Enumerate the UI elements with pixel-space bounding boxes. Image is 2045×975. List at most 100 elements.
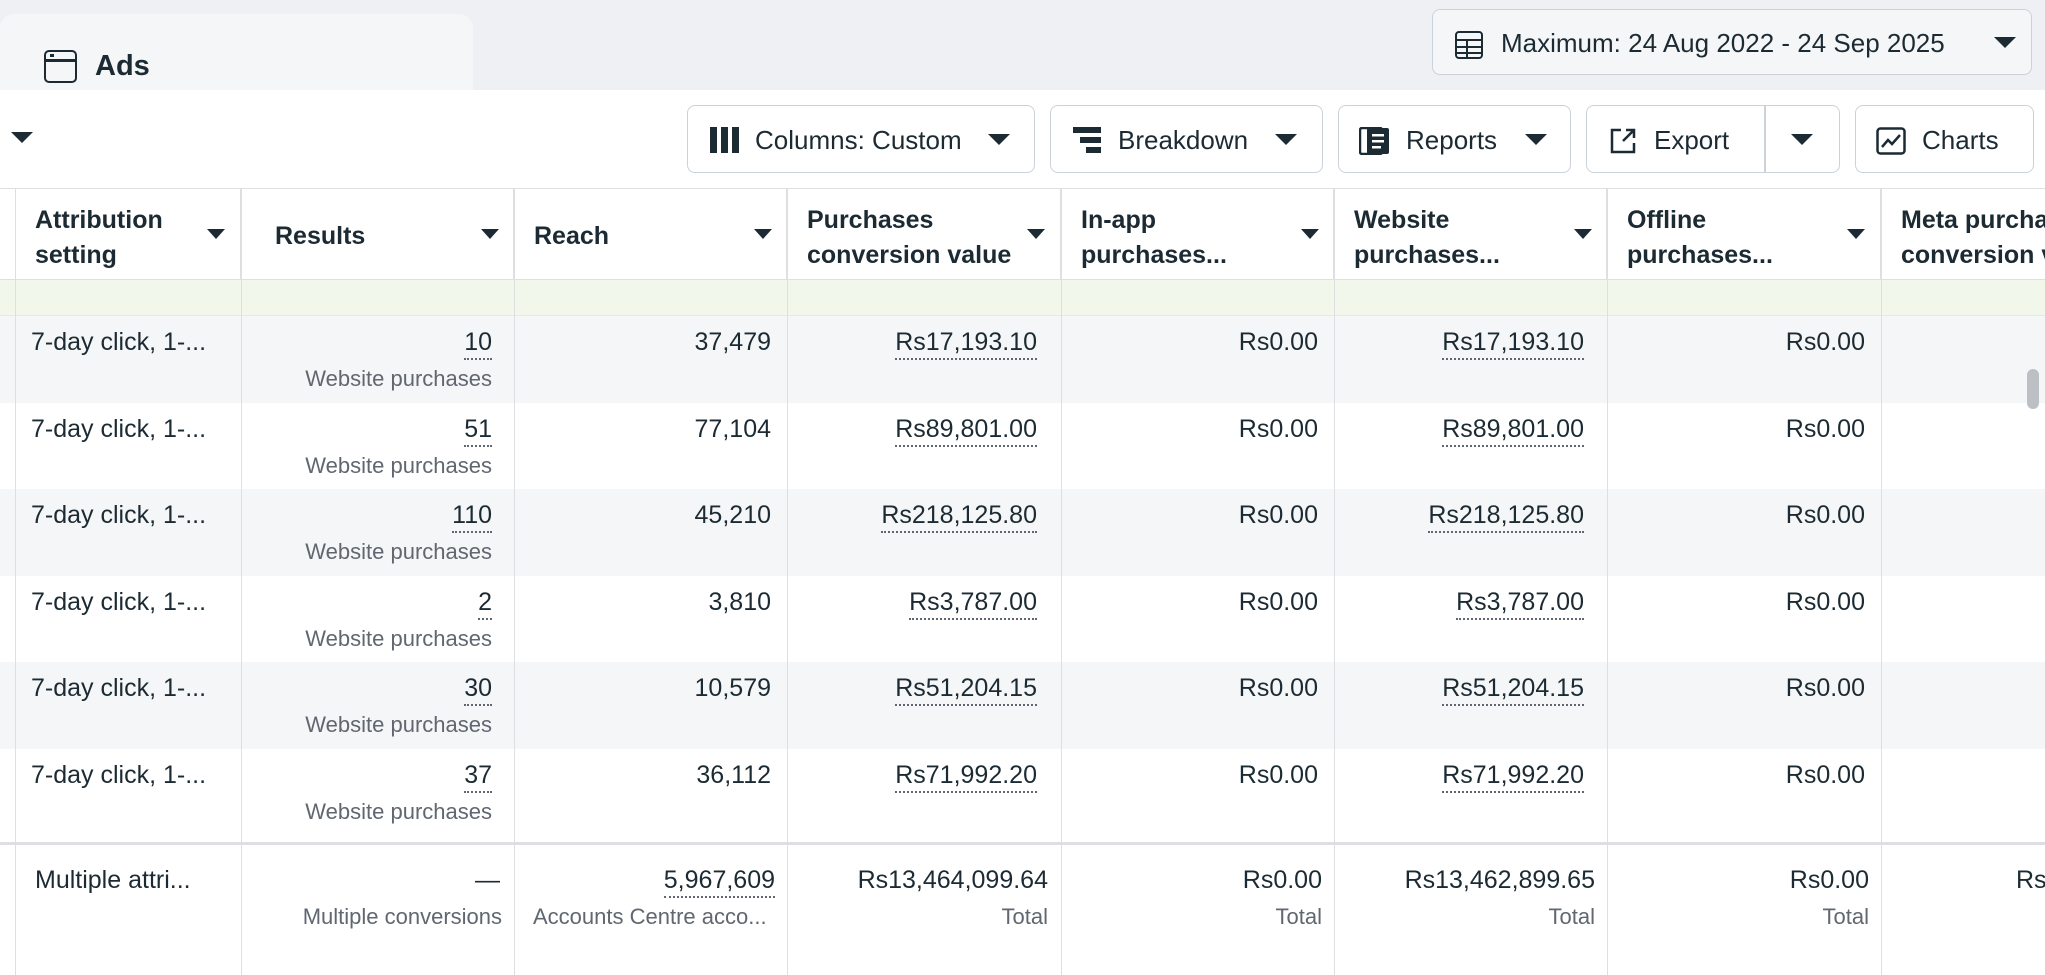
results-cell[interactable]: 51 bbox=[464, 415, 492, 447]
sort-caret-icon bbox=[481, 229, 499, 239]
purchases-value-cell[interactable]: Rs71,992.20 bbox=[895, 761, 1037, 793]
columns-button[interactable]: Columns: Custom bbox=[687, 105, 1035, 173]
column-header-reach[interactable]: Reach bbox=[514, 189, 787, 281]
toolbar: Columns: Custom Breakdown Reports Export bbox=[0, 90, 2045, 188]
inapp-cell: Rs0.00 bbox=[1238, 760, 1318, 789]
column-header-label: In-app purchases... bbox=[1081, 206, 1227, 269]
purchases-value-cell[interactable]: Rs89,801.00 bbox=[895, 415, 1037, 447]
results-sub-cell: Website purchases bbox=[305, 625, 492, 651]
breakdown-icon bbox=[1073, 127, 1101, 153]
offline-cell: Rs0.00 bbox=[1785, 674, 1865, 702]
grid-line bbox=[1881, 188, 1882, 975]
totals-attribution: Multiple attri... bbox=[35, 866, 191, 894]
table-row[interactable]: 7-day click, 1-... 30 Website purchases 10,… bbox=[0, 662, 2045, 749]
column-header-label: Reach bbox=[534, 222, 610, 250]
purchases-value-cell[interactable]: Rs218,125.80 bbox=[881, 501, 1037, 533]
columns-label: Columns: Custom bbox=[755, 125, 962, 155]
website-cell[interactable]: Rs71,992.20 bbox=[1442, 761, 1584, 793]
grid-line bbox=[1607, 188, 1608, 975]
chevron-down-icon bbox=[1994, 37, 2016, 48]
charts-button[interactable]: Charts bbox=[1855, 105, 2034, 173]
totals-offline-sub: Total bbox=[1822, 904, 1869, 929]
results-cell[interactable]: 10 bbox=[464, 328, 492, 360]
totals-reach[interactable]: 5,967,609 bbox=[663, 866, 775, 898]
export-options-chevron-icon[interactable] bbox=[1791, 134, 1813, 145]
column-header-label: Offline purchases... bbox=[1627, 206, 1773, 269]
reach-cell: 3,810 bbox=[708, 587, 771, 616]
website-cell[interactable]: Rs3,787.00 bbox=[1456, 588, 1584, 620]
grid-line bbox=[514, 188, 515, 975]
results-cell[interactable]: 30 bbox=[464, 674, 492, 706]
charts-label: Charts bbox=[1922, 125, 1999, 155]
date-range-picker[interactable]: Maximum: 24 Aug 2022 - 24 Sep 2025 bbox=[1432, 9, 2032, 75]
table-row[interactable]: 7-day click, 1-... 37 Website purchases 36,… bbox=[0, 749, 2045, 836]
totals-website: Rs13,462,899.65 bbox=[1404, 866, 1595, 894]
reach-cell: 36,112 bbox=[696, 760, 771, 789]
column-header-offline-purchases[interactable]: Offline purchases... bbox=[1607, 189, 1881, 281]
totals-purchases-value: Rs13,464,099.64 bbox=[857, 866, 1048, 894]
vertical-scrollbar[interactable] bbox=[2027, 369, 2039, 409]
reports-icon bbox=[1359, 127, 1389, 155]
results-sub-cell: Website purchases bbox=[305, 712, 492, 737]
purchases-value-cell[interactable]: Rs3,787.00 bbox=[909, 588, 1037, 620]
offline-cell: Rs0.00 bbox=[1785, 328, 1865, 356]
browser-window-icon bbox=[44, 50, 77, 83]
column-header-label: Results bbox=[275, 222, 366, 250]
calendar-table-icon bbox=[1455, 31, 1483, 59]
grid-line bbox=[241, 188, 242, 975]
column-header-website-purchases[interactable]: Website purchases... bbox=[1334, 189, 1607, 281]
table-row[interactable]: 7-day click, 1-... 110 Website purchases 45… bbox=[0, 489, 2045, 576]
totals-inapp: Rs0.00 bbox=[1242, 866, 1322, 894]
results-cell[interactable]: 37 bbox=[464, 761, 492, 793]
reports-label: Reports bbox=[1406, 125, 1498, 155]
website-cell[interactable]: Rs218,125.80 bbox=[1428, 501, 1584, 533]
reach-cell: 77,104 bbox=[694, 414, 771, 443]
totals-results: — bbox=[475, 866, 500, 894]
column-header-inapp-purchases[interactable]: In-app purchases... bbox=[1061, 189, 1334, 281]
chevron-down-icon bbox=[1275, 134, 1297, 145]
attribution-cell: 7-day click, 1-... bbox=[31, 674, 207, 702]
reports-button[interactable]: Reports bbox=[1338, 105, 1571, 173]
website-cell[interactable]: Rs17,193.10 bbox=[1442, 328, 1584, 360]
ads-tab[interactable]: Ads bbox=[0, 14, 473, 94]
date-range-label: Maximum: 24 Aug 2022 - 24 Sep 2025 bbox=[1501, 28, 1945, 58]
grid-line bbox=[15, 188, 16, 975]
inapp-cell: Rs0.00 bbox=[1238, 414, 1318, 443]
results-sub-cell: Website purchases bbox=[305, 366, 492, 391]
sort-caret-icon bbox=[1847, 229, 1865, 239]
table-row[interactable]: 7-day click, 1-... 10 Website purchases 37,… bbox=[0, 316, 2045, 403]
export-button[interactable]: Export bbox=[1586, 105, 1840, 173]
totals-inapp-sub: Total bbox=[1275, 904, 1322, 929]
website-cell[interactable]: Rs89,801.00 bbox=[1442, 415, 1584, 447]
sort-caret-icon bbox=[1301, 229, 1319, 239]
results-cell[interactable]: 2 bbox=[478, 588, 492, 620]
reach-cell: 10,579 bbox=[694, 674, 771, 702]
table-row[interactable]: 7-day click, 1-... 2 Website purchases 3,81… bbox=[0, 576, 2045, 663]
table-row[interactable]: 7-day click, 1-... 51 Website purchases 77,… bbox=[0, 403, 2045, 490]
charts-icon bbox=[1876, 127, 1906, 155]
inapp-cell: Rs0.00 bbox=[1238, 587, 1318, 616]
export-label: Export bbox=[1654, 125, 1730, 155]
offline-cell: Rs0.00 bbox=[1785, 760, 1865, 789]
breakdown-label: Breakdown bbox=[1118, 125, 1249, 155]
attribution-cell: 7-day click, 1-... bbox=[31, 760, 207, 789]
website-cell[interactable]: Rs51,204.15 bbox=[1442, 674, 1584, 706]
grid-line bbox=[1061, 188, 1062, 975]
totals-offline: Rs0.00 bbox=[1789, 866, 1869, 894]
totals-website-sub: Total bbox=[1548, 904, 1595, 929]
column-header-attribution[interactable]: Attribution setting bbox=[15, 189, 241, 281]
sort-caret-icon bbox=[1574, 229, 1592, 239]
chevron-down-icon bbox=[1525, 134, 1547, 145]
purchases-value-cell[interactable]: Rs17,193.10 bbox=[895, 328, 1037, 360]
column-header-meta-purchases[interactable]: Meta purcha conversion v bbox=[1881, 189, 2045, 281]
offline-cell: Rs0.00 bbox=[1785, 501, 1865, 529]
inapp-cell: Rs0.00 bbox=[1238, 328, 1318, 356]
column-header-results[interactable]: Results bbox=[241, 189, 514, 281]
export-icon bbox=[1610, 128, 1636, 154]
sort-caret-icon bbox=[207, 229, 225, 239]
column-header-purchases-value[interactable]: Purchases conversion value bbox=[787, 189, 1061, 281]
purchases-value-cell[interactable]: Rs51,204.15 bbox=[895, 674, 1037, 706]
breakdown-button[interactable]: Breakdown bbox=[1050, 105, 1323, 173]
collapsed-dropdown-caret[interactable] bbox=[11, 132, 33, 143]
results-cell[interactable]: 110 bbox=[452, 501, 492, 533]
